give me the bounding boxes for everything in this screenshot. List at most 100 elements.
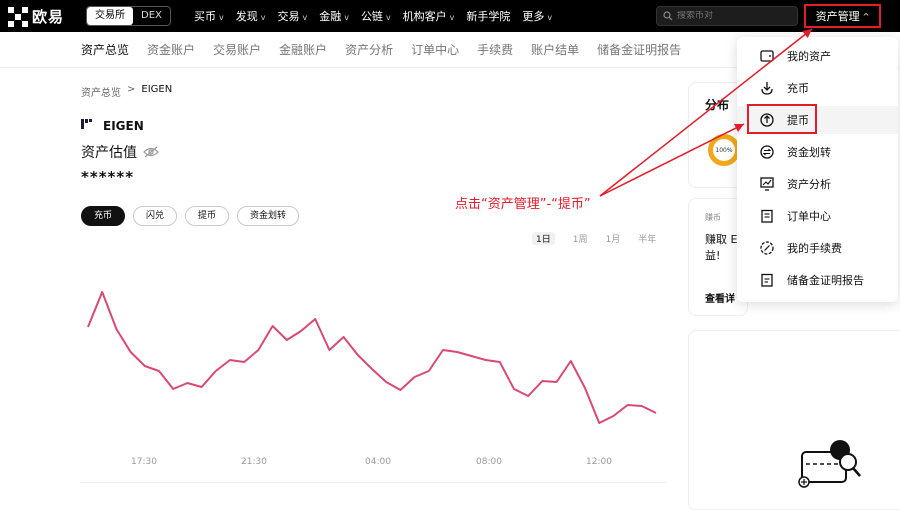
valuation-row: 资产估值 [81, 142, 159, 162]
top-navbar: 欧易 交易所 DEX 买币v发现v交易v金融v公链v机构客户v新手学院更多v 资… [0, 0, 900, 32]
nav-label: 更多 [522, 10, 545, 23]
tab-dex[interactable]: DEX [133, 7, 170, 25]
period-1w[interactable]: 1周 [573, 232, 588, 245]
eigen-coin-icon [81, 118, 95, 133]
subnav-item-7[interactable]: 账户结单 [531, 41, 579, 58]
chart-baseline [81, 482, 666, 483]
nav-item-1[interactable]: 发现 v [236, 8, 266, 24]
dropdown-item-0[interactable]: 我的资产 [737, 42, 898, 70]
nav-item-7[interactable]: 更多 v [522, 8, 552, 24]
nav-label: 发现 [235, 10, 258, 23]
dropdown-item-label: 储备金证明报告 [787, 274, 864, 287]
dropdown-item-1[interactable]: 充币 [737, 74, 898, 102]
eye-hidden-icon[interactable] [143, 146, 159, 158]
nav-label: 买币 [194, 10, 216, 23]
nav-item-4[interactable]: 公链 v [361, 8, 391, 24]
dropdown-item-5[interactable]: 订单中心 [737, 202, 898, 230]
subnav-item-3[interactable]: 金融账户 [279, 41, 327, 58]
transfer-button[interactable]: 资金划转 [237, 206, 300, 226]
dropdown-item-3[interactable]: 资金划转 [737, 138, 898, 166]
masked-balance: ****** [81, 168, 135, 186]
dropdown-item-label: 我的资产 [787, 50, 831, 63]
dropdown-item-7[interactable]: 储备金证明报告 [737, 266, 898, 294]
price-line-series [87, 291, 657, 424]
subnav-item-8[interactable]: 储备金证明报告 [597, 41, 681, 58]
earn-tag: 赚币 [705, 213, 721, 222]
search-input[interactable] [677, 11, 787, 21]
dropdown-item-4[interactable]: 资产分析 [737, 170, 898, 198]
search-icon [663, 11, 673, 21]
breadcrumb: 资产总览 > EIGEN [81, 84, 172, 99]
breadcrumb-current: EIGEN [141, 84, 173, 95]
nav-label: 交易 [277, 10, 300, 23]
chevron-down-icon: v [344, 13, 349, 22]
main-nav: 买币 v 发现 v 交易 v 金融 v 公链 v 机构客户 v 新手学院 更多 v [194, 0, 564, 32]
asset-management-label: 资产管理 [815, 10, 860, 23]
search-box[interactable] [656, 6, 798, 26]
distribution-title: 分布 [705, 98, 730, 112]
chevron-down-icon: v [219, 13, 224, 22]
bottom-right-card [688, 330, 900, 510]
deposit-button[interactable]: 充币 [81, 206, 126, 226]
asset-management-button[interactable]: 资产管理 ^ [804, 4, 881, 28]
analysis-icon [759, 176, 775, 192]
chevron-down-icon: v [385, 13, 391, 22]
nav-item-6[interactable]: 新手学院 [466, 8, 510, 24]
reserve-icon [759, 272, 775, 288]
x-tick-label: 08:00 [476, 457, 502, 467]
logo-text: 欧易 [32, 8, 65, 26]
okx-logo[interactable]: 欧易 [8, 6, 64, 27]
dropdown-item-6[interactable]: 我的手续费 [737, 234, 898, 262]
chevron-down-icon: v [449, 13, 455, 22]
donut-label: 100% [715, 146, 733, 154]
withdraw-highlight-box [747, 104, 817, 134]
subnav-item-2[interactable]: 交易账户 [213, 41, 261, 58]
empty-wallet-illustration-icon [798, 440, 861, 488]
period-selector: 1日 1周 1月 半年 [532, 232, 656, 245]
transfer-icon [759, 144, 775, 160]
earn-text: 赚取 E 益! [705, 233, 737, 262]
wallet-icon [759, 48, 775, 64]
deposit-icon [759, 80, 775, 96]
nav-item-0[interactable]: 买币 v [194, 8, 224, 24]
dropdown-item-label: 资产分析 [787, 178, 831, 191]
period-1m[interactable]: 1月 [605, 232, 620, 245]
nav-item-3[interactable]: 金融 v [319, 8, 349, 24]
x-tick-label: 21:30 [241, 457, 267, 467]
period-1d[interactable]: 1日 [532, 232, 555, 245]
x-tick-label: 04:00 [365, 457, 391, 467]
chevron-down-icon: v [260, 13, 266, 22]
subnav-item-6[interactable]: 手续费 [477, 41, 513, 58]
subnav-item-0[interactable]: 资产总览 [81, 41, 129, 58]
withdraw-button[interactable]: 提币 [185, 206, 230, 226]
coin-name: EIGEN [103, 118, 144, 133]
convert-button[interactable]: 闪兑 [133, 206, 178, 226]
nav-label: 金融 [319, 10, 342, 23]
nav-label: 公链 [360, 10, 383, 23]
breadcrumb-parent[interactable]: 资产总览 [81, 84, 121, 99]
chevron-up-icon: ^ [862, 11, 870, 21]
breadcrumb-separator: > [127, 84, 136, 95]
logo-mark-icon [8, 6, 28, 27]
tab-exchange[interactable]: 交易所 [87, 7, 133, 25]
subnav-item-5[interactable]: 订单中心 [411, 41, 459, 58]
valuation-label: 资产估值 [81, 145, 137, 161]
annotation-text: 点击“资产管理”-“提币” [455, 197, 591, 212]
subnav-item-1[interactable]: 资金账户 [147, 41, 195, 58]
chevron-down-icon: v [547, 13, 553, 22]
earn-more-link[interactable]: 查看详 [705, 290, 735, 305]
action-buttons: 充币 闪兑 提币 资金划转 [81, 206, 300, 226]
dropdown-item-label: 订单中心 [787, 210, 831, 223]
period-6m[interactable]: 半年 [638, 232, 656, 245]
price-chart: 17:30 21:30 04:00 08:00 12:00 [87, 291, 657, 467]
nav-item-2[interactable]: 交易 v [277, 8, 307, 24]
nav-label: 机构客户 [402, 10, 447, 23]
subnav-item-4[interactable]: 资产分析 [345, 41, 393, 58]
nav-item-5[interactable]: 机构客户 v [403, 8, 455, 24]
dropdown-item-label: 充币 [787, 82, 809, 95]
fee-icon [759, 240, 775, 256]
orders-icon [759, 208, 775, 224]
mode-toggle: 交易所 DEX [86, 6, 171, 26]
nav-label: 新手学院 [466, 10, 511, 23]
chevron-down-icon: v [302, 13, 308, 22]
